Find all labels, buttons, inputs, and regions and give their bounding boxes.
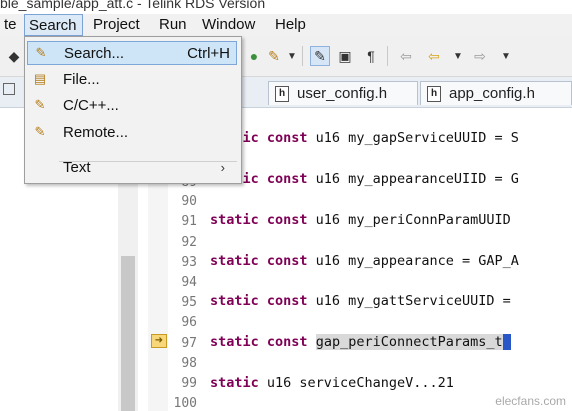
line-number: 93 (181, 255, 197, 270)
line-number: 92 (181, 235, 197, 250)
menu-item-remote-search[interactable]: ✎ Remote... (27, 120, 237, 144)
remote-search-icon: ✎ (34, 124, 46, 139)
menu-item-cpp-search[interactable]: ✎ C/C++... (27, 93, 237, 117)
menu-bar: te Search Project Run Window Help (0, 14, 572, 36)
line-number: 90 (181, 194, 197, 209)
line-number: 94 (181, 275, 197, 290)
green-circle-icon[interactable]: ● (244, 46, 264, 66)
show-whitespace-icon[interactable]: ¶ (361, 46, 381, 66)
code-keyword: static const (210, 253, 308, 269)
search-icon: ✎ (35, 45, 47, 60)
line-number: 98 (181, 356, 197, 371)
panel-scrollbar-thumb[interactable] (121, 256, 135, 411)
block-selection-icon[interactable]: ▣ (335, 46, 355, 66)
menu-item-blank-icon (31, 158, 49, 176)
chevron-down-icon[interactable]: ▼ (448, 46, 468, 66)
menu-item-run[interactable]: Run (155, 14, 191, 36)
code-line: static const u16 my_periConnParamUUID (210, 212, 511, 228)
file-search-icon: ▤ (33, 71, 47, 86)
menu-item-project[interactable]: Project (89, 14, 144, 36)
code-keyword: static const (210, 212, 308, 228)
code-keyword: static const (210, 334, 308, 350)
code-line: static const u16 my_gapServiceUUID = S (210, 130, 519, 146)
line-number: 91 (181, 214, 197, 229)
menu-item-label: Text (63, 158, 91, 176)
menu-item-edit[interactable]: te (0, 14, 21, 36)
tab-label: user_config.h (297, 85, 388, 102)
code-keyword: static (210, 375, 259, 391)
chevron-right-icon: › (220, 159, 225, 175)
line-number: 96 (181, 315, 197, 330)
code-editor[interactable]: static const u16 my_gapServiceUUID = S s… (210, 108, 572, 411)
menu-item-window[interactable]: Window (198, 14, 259, 36)
code-text: u16 my_gapServiceUUID = S (307, 130, 519, 146)
code-text: u16 serviceChangeV...21 (258, 375, 454, 391)
cpp-search-icon: ✎ (34, 97, 46, 112)
line-number: 95 (181, 295, 197, 310)
tab-user-config[interactable]: h user_config.h (268, 81, 418, 105)
last-edit-icon[interactable]: ⇦ (396, 46, 416, 66)
menu-item-label: Search... (64, 44, 125, 62)
code-line: static const u16 my_appearanceUIID = G (210, 171, 519, 187)
line-number: 97 (181, 336, 197, 351)
chevron-down-icon[interactable]: ▼ (282, 46, 302, 66)
menu-item-label: C/C++... (63, 96, 119, 114)
forward-arrow-icon[interactable]: ⇨ (470, 46, 490, 66)
line-number: 99 (181, 376, 197, 391)
header-file-icon: h (427, 85, 441, 102)
menu-item-shortcut: Ctrl+H (187, 44, 230, 62)
code-keyword: static const (210, 293, 308, 309)
back-arrow-icon[interactable]: ⇦ (424, 46, 444, 66)
minimize-panel-icon[interactable] (3, 83, 15, 95)
code-text: u16 my_appearanceUIID = G (307, 171, 519, 187)
header-file-icon: h (275, 85, 289, 102)
search-wand-icon[interactable]: ✎ (264, 46, 284, 66)
toolbar-launch-icon[interactable]: ◆ (4, 46, 24, 66)
tab-label: app_config.h (449, 85, 535, 102)
watermark: elecfans.com (495, 394, 566, 408)
toolbar-separator (302, 46, 303, 66)
menu-item-label: Remote... (63, 123, 129, 141)
highlighted-occurrence: gap_periConnectParams_t (315, 334, 503, 350)
code-line: static u16 serviceChangeV...21 (210, 375, 454, 391)
code-line: static const u16 my_appearance = GAP_A (210, 253, 519, 269)
menu-item-search-dialog[interactable]: ✎ Search... Ctrl+H (27, 41, 237, 65)
toolbar-separator (387, 46, 388, 66)
code-text: u16 my_periConnParamUUID (307, 212, 511, 228)
code-text: u16 my_appearance = GAP_A (307, 253, 519, 269)
code-text: u16 my_gattServiceUUID = (307, 293, 511, 309)
code-line: static const u16 my_gattServiceUUID = (210, 293, 511, 309)
mark-occurrences-icon[interactable]: ✎ (310, 46, 330, 66)
menu-item-file-search[interactable]: ▤ File... (27, 67, 237, 91)
menu-item-search[interactable]: Search (24, 14, 83, 36)
title-bar: ble_sample/app_att.c - Telink RDS Versio… (0, 0, 572, 14)
menu-item-help[interactable]: Help (271, 14, 310, 36)
menu-item-label: File... (63, 70, 100, 88)
tab-app-config[interactable]: h app_config.h (420, 81, 572, 105)
search-menu-dropdown: ✎ Search... Ctrl+H ▤ File... ✎ C/C++... … (24, 36, 242, 184)
code-line: static const gap_periConnectParams_t (210, 334, 511, 350)
menu-item-text-submenu[interactable]: Text › (27, 155, 237, 179)
window-title: ble_sample/app_att.c - Telink RDS Versio… (0, 0, 266, 11)
line-number: 100 (173, 396, 197, 411)
text-cursor (502, 334, 511, 350)
chevron-down-icon[interactable]: ▼ (496, 46, 516, 66)
breakpoint-marker-icon[interactable]: ➜ (151, 334, 167, 348)
